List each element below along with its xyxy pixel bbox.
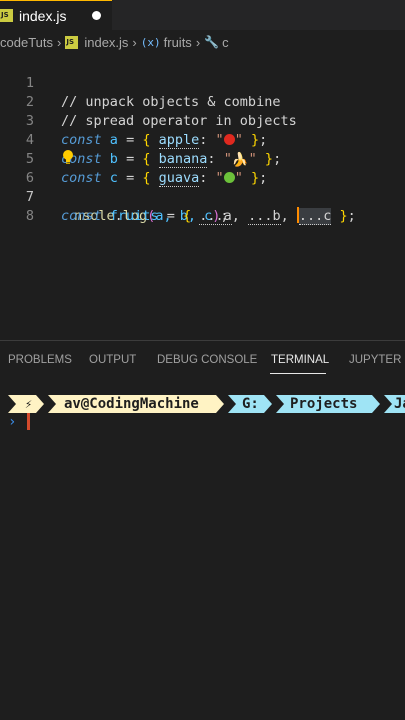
chevron-right-icon: › (57, 34, 62, 50)
panel-tab-bar: PROBLEMS OUTPUT DEBUG CONSOLE TERMINAL J… (0, 341, 405, 381)
variable-icon: (x) (140, 35, 161, 49)
prompt-dir-partial: Ja (394, 396, 405, 412)
prompt-drive: G: (242, 396, 259, 412)
code-line: 6 nsole.log(a, b, c); (0, 149, 405, 224)
prompt-chevron-icon: › (8, 414, 17, 430)
tab-title: index.js (19, 7, 67, 24)
breadcrumb-folder[interactable]: codeTuts (0, 35, 53, 50)
code-line-active: 7 const fruits = { ...a, ...b, ...c }; (0, 169, 405, 225)
tab-debug-console[interactable]: DEBUG CONSOLE (157, 354, 257, 366)
chevron-right-icon: › (132, 34, 137, 50)
js-file-icon: JS (0, 9, 13, 22)
code-line: 3 const a = { apple: " " }; (0, 93, 405, 149)
chevron-right-icon: › (195, 34, 201, 50)
terminal[interactable]: ⚡ av@CodingMachine G: Projects Ja › (0, 381, 405, 720)
unsaved-dot-icon[interactable] (92, 11, 101, 20)
tab-output[interactable]: OUTPUT (89, 354, 136, 366)
wrench-icon: 🔧 (204, 35, 220, 49)
terminal-cursor (27, 413, 30, 430)
code-line: 4 const b = { banana: "🍌" }; (0, 112, 405, 168)
js-file-icon: JS (65, 35, 79, 49)
breadcrumb-symbol-c[interactable]: c (222, 35, 229, 50)
breadcrumb-file[interactable]: index.js (84, 35, 128, 50)
breadcrumb-symbol-fruits[interactable]: fruits (164, 35, 192, 50)
code-editor[interactable]: 1 // unpack objects & combine 2 // sprea… (0, 54, 405, 340)
active-tab-indicator (270, 373, 326, 374)
breadcrumb: codeTuts › JS index.js › (x) fruits › 🔧 … (0, 30, 405, 54)
editor-tab-bar: JS index.js (0, 0, 405, 30)
code-line: 5 const c = { guava: " " }; (0, 131, 405, 187)
tab-problems[interactable]: PROBLEMS (8, 354, 72, 366)
code-statement: const fruits = { ...a, ...b, ...c }; (61, 207, 356, 225)
tab-terminal[interactable]: TERMINAL (271, 354, 329, 366)
code-line: 2 // spread operator in objects (0, 74, 405, 129)
line-number: 8 (25, 208, 34, 224)
code-line: 1 // unpack objects & combine (0, 55, 405, 110)
prompt-user: av@CodingMachine (64, 396, 199, 412)
code-line: 8 (0, 188, 405, 224)
tab-jupyter[interactable]: JUPYTER (349, 354, 401, 366)
terminal-prompt: ⚡ av@CodingMachine G: Projects Ja (0, 395, 405, 413)
lightning-icon: ⚡ (25, 397, 33, 411)
prompt-dir: Projects (290, 396, 358, 412)
lightbulb-icon[interactable] (62, 149, 74, 165)
tab-index-js[interactable]: JS index.js (0, 0, 112, 30)
